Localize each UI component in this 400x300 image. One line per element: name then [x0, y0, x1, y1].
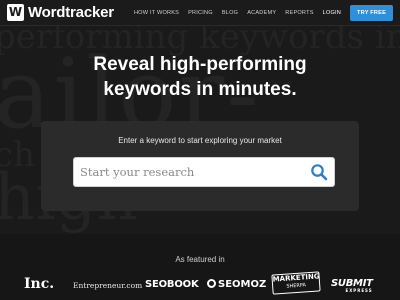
hero-section: performing keywords in mi ailor- ch ki h…	[0, 0, 400, 234]
seomoz-logo: SEOMOZ	[207, 279, 266, 290]
headline-line-2: keywords in minutes.	[103, 79, 297, 100]
featured-section: As featured in Inc. Entrepreneur.com SEO…	[0, 234, 400, 300]
seobook-logo: SEOBOOK	[145, 279, 199, 290]
search-panel: Enter a keyword to start exploring your …	[41, 121, 359, 211]
marketing-logo-top: MARKETING	[272, 272, 320, 284]
login-link[interactable]: LOGIN	[323, 10, 341, 16]
marketing-logo: MARKETING SHERPA	[271, 271, 321, 295]
search-box	[73, 157, 335, 187]
nav-reports[interactable]: REPORTS	[285, 10, 313, 16]
seomoz-text: SEOMOZ	[218, 279, 267, 290]
nav-how-it-works[interactable]: HOW IT WORKS	[134, 10, 179, 16]
wordtracker-logo[interactable]: W Wordtracker	[7, 4, 114, 21]
search-icon[interactable]	[310, 163, 328, 181]
nav-blog[interactable]: BLOG	[222, 10, 238, 16]
headline-line-1: Reveal high-performing	[93, 54, 307, 75]
search-prompt: Enter a keyword to start exploring your …	[118, 136, 282, 145]
try-free-button[interactable]: TRY FREE	[350, 5, 393, 21]
logo-text: Wordtracker	[28, 4, 114, 21]
hero-headline: Reveal high-performing keywords in minut…	[0, 52, 400, 102]
logo-mark-icon: W	[7, 4, 24, 21]
nav-pricing[interactable]: PRICING	[188, 10, 213, 16]
search-input[interactable]	[80, 158, 306, 186]
featured-label: As featured in	[175, 255, 225, 264]
inc-logo: Inc.	[24, 276, 55, 292]
entrepreneur-logo: Entrepreneur.com	[73, 281, 143, 290]
publication-logos: Inc. Entrepreneur.com SEOBOOK SEOMOZ MAR…	[0, 271, 400, 296]
submit-express-logo: SUBMIT EXPRESS	[331, 278, 373, 293]
main-nav: HOW IT WORKS PRICING BLOG ACADEMY REPORT…	[125, 4, 393, 22]
marketing-logo-bottom: SHERPA	[286, 282, 307, 290]
seomoz-icon	[207, 279, 216, 288]
nav-academy[interactable]: ACADEMY	[247, 10, 276, 16]
site-header: W Wordtracker HOW IT WORKS PRICING BLOG …	[0, 0, 400, 26]
